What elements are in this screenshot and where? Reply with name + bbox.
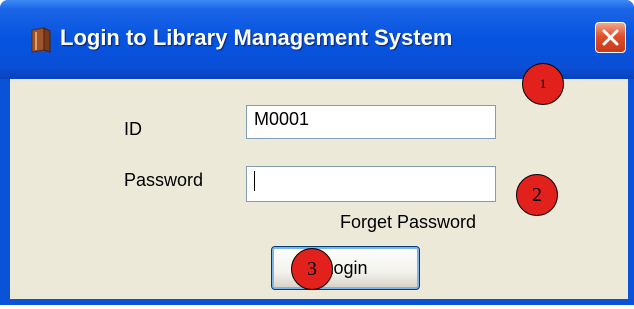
annotation-marker-1: 1 [522, 63, 564, 105]
id-field-value: M0001 [254, 109, 310, 129]
annotation-marker-3: 3 [291, 248, 333, 290]
id-field[interactable]: M0001 [246, 105, 496, 139]
password-field[interactable] [246, 166, 496, 202]
close-icon [602, 29, 619, 46]
close-button[interactable] [595, 22, 626, 53]
annotation-marker-2: 2 [516, 174, 558, 216]
forget-password-link[interactable]: Forget Password [340, 212, 476, 233]
password-label: Password [124, 170, 204, 190]
window-title: Login to Library Management System [60, 25, 453, 50]
book-icon [31, 27, 51, 53]
text-caret [254, 171, 255, 192]
id-label: ID [124, 119, 142, 139]
